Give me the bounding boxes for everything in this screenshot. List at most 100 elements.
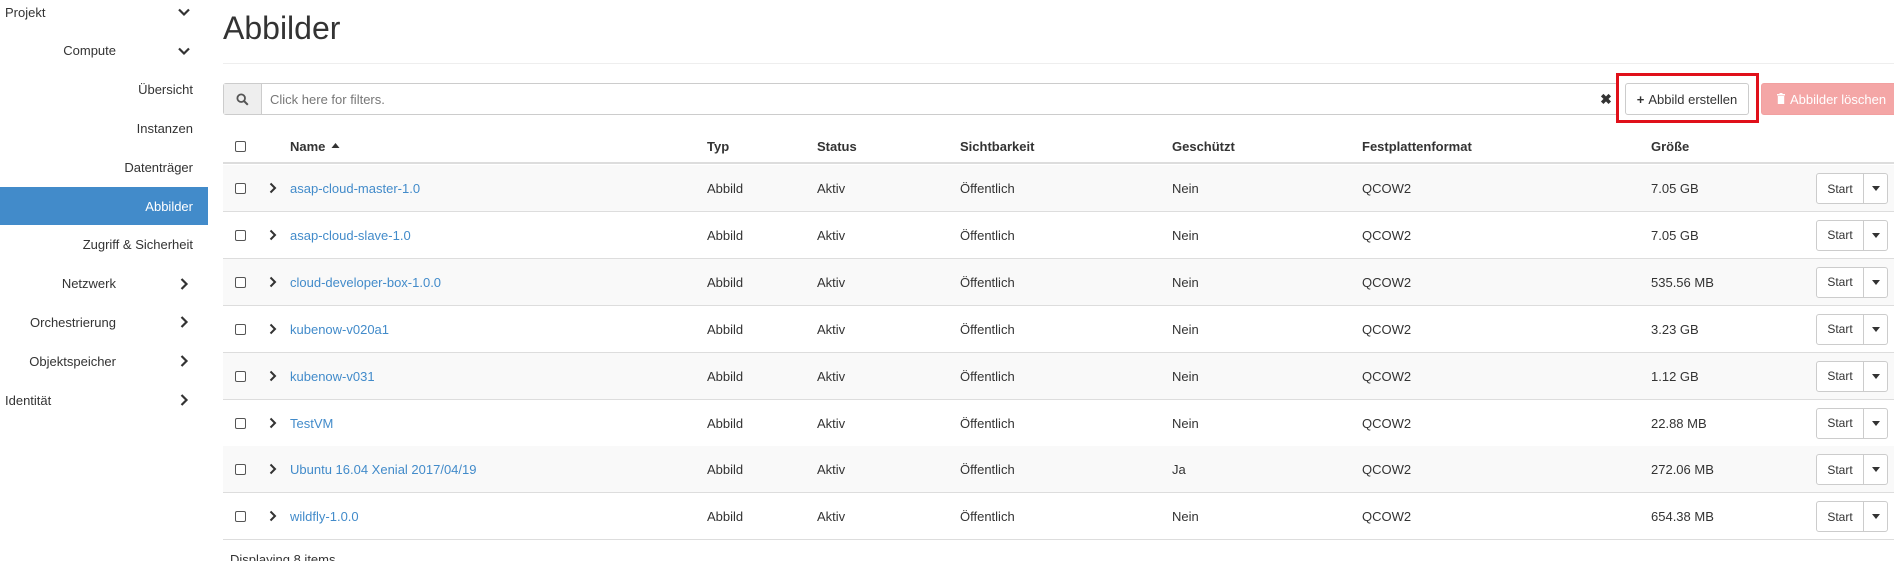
launch-button[interactable]: Start [1817,408,1864,438]
launch-button[interactable]: Start [1817,314,1864,344]
sidebar-item-datenträger[interactable]: Datenträger [0,148,208,186]
caret-down-icon[interactable] [1864,315,1887,344]
sidebar-item-label: Identität [5,392,52,408]
image-name-link[interactable]: TestVM [290,416,333,431]
cell-type: Abbild [707,274,744,290]
chevron-right-icon[interactable] [268,509,278,523]
image-name-link[interactable]: kubenow-v031 [290,369,375,384]
sidebar-item-label: Abbilder [145,198,193,214]
search-icon[interactable] [224,84,262,114]
sidebar-item-label: Übersicht [138,82,193,98]
cell-protected: Nein [1172,321,1199,337]
sidebar-item-label: Projekt [5,4,46,20]
row-checkbox[interactable] [235,276,246,288]
sidebar-item-netzwerk[interactable]: Netzwerk [0,265,208,303]
table-row: TestVM Abbild Aktiv Öffentlich Nein QCOW2 22.8… [223,400,1894,447]
chevron-right-icon[interactable] [268,275,278,289]
cell-status: Aktiv [817,274,846,290]
launch-button[interactable]: Start [1817,174,1864,203]
row-checkbox[interactable] [235,323,246,335]
filter-bar: ✖ [223,83,1618,115]
cell-protected: Ja [1172,462,1186,478]
cell-status: Aktiv [817,462,846,478]
table-footer-count: Displaying 8 items [230,552,336,561]
column-header-status: Status [817,139,857,154]
sidebar-item-instanzen[interactable]: Instanzen [0,109,208,147]
row-checkbox[interactable] [235,183,246,194]
image-name-link[interactable]: asap-cloud-slave-1.0 [290,228,411,243]
caret-down-icon[interactable] [1864,221,1887,250]
row-action-group: Start [1816,313,1888,345]
sidebar: Projekt Compute Übersicht Instanzen Datenträ… [0,0,208,561]
row-checkbox[interactable] [235,370,246,382]
sidebar-item-übersicht[interactable]: Übersicht [0,71,208,109]
row-checkbox[interactable] [235,417,246,429]
image-name-link[interactable]: cloud-developer-box-1.0.0 [290,275,441,290]
launch-button[interactable]: Start [1817,502,1864,532]
launch-button[interactable]: Start [1817,361,1864,391]
close-icon[interactable]: ✖ [1595,91,1617,108]
column-header-disk-format: Festplattenformat [1362,139,1472,154]
chevron-right-icon [177,354,191,368]
delete-images-label: Abbilder löschen [1789,91,1887,107]
column-header-type: Typ [707,139,730,154]
row-checkbox[interactable] [235,464,246,476]
sidebar-item-objektspeicher[interactable]: Objektspeicher [0,342,208,380]
caret-down-icon[interactable] [1864,455,1887,484]
launch-button[interactable]: Start [1817,455,1864,485]
select-all-checkbox[interactable] [235,141,246,152]
page-title: Abbilder [223,10,341,46]
row-action-group: Start [1816,173,1888,204]
cell-visibility: Öffentlich [960,368,1015,384]
table-row: wildfly-1.0.0 Abbild Aktiv Öffentlich Nein QC… [223,493,1894,541]
chevron-right-icon[interactable] [268,369,278,383]
row-checkbox[interactable] [235,229,246,241]
sidebar-item-identität[interactable]: Identität [0,381,208,419]
filter-input[interactable] [262,84,1595,114]
caret-down-icon[interactable] [1864,409,1887,438]
sort-ascending-icon [331,143,340,148]
row-action-group: Start [1816,219,1888,251]
cell-size: 3.23 GB [1651,321,1699,337]
image-name-link[interactable]: kubenow-v020a1 [290,322,389,337]
image-name-link[interactable]: wildfly-1.0.0 [290,509,359,524]
row-action-group: Start [1816,407,1888,439]
column-header-name[interactable]: Name [290,139,340,154]
sidebar-item-zugriff-sicherheit[interactable]: Zugriff & Sicherheit [0,226,208,264]
chevron-right-icon[interactable] [268,462,278,476]
cell-visibility: Öffentlich [960,321,1015,337]
cell-type: Abbild [707,321,744,337]
caret-down-icon[interactable] [1864,362,1887,391]
chevron-right-icon[interactable] [268,416,278,430]
create-image-button[interactable]: + Abbild erstellen [1625,83,1749,115]
sidebar-item-compute[interactable]: Compute [0,32,208,70]
image-name-link[interactable]: Ubuntu 16.04 Xenial 2017/04/19 [290,462,477,477]
row-checkbox[interactable] [235,511,246,523]
chevron-right-icon[interactable] [268,322,278,336]
caret-down-icon[interactable] [1864,502,1887,531]
cell-status: Aktiv [817,227,846,243]
table-row: kubenow-v020a1 Abbild Aktiv Öffentlich Nein Q… [223,306,1894,353]
sidebar-item-projekt[interactable]: Projekt [0,0,208,31]
cell-visibility: Öffentlich [960,181,1015,196]
image-name-link[interactable]: asap-cloud-master-1.0 [290,181,420,196]
chevron-right-icon[interactable] [268,228,278,242]
sidebar-item-orchestrierung[interactable]: Orchestrierung [0,303,208,341]
launch-button[interactable]: Start [1817,267,1864,297]
table-header: Name Typ Status Sichtbarkeit Geschützt F… [223,129,1894,164]
delete-images-button[interactable]: Abbilder löschen [1761,83,1894,115]
chevron-right-icon[interactable] [268,181,278,195]
cell-protected: Nein [1172,227,1199,243]
caret-down-icon[interactable] [1864,174,1887,203]
sidebar-item-abbilder[interactable]: Abbilder [0,187,208,225]
title-divider [223,63,1894,64]
cell-visibility: Öffentlich [960,227,1015,243]
cell-protected: Nein [1172,274,1199,290]
table-row: kubenow-v031 Abbild Aktiv Öffentlich Nein QCO… [223,352,1894,400]
row-action-group: Start [1816,360,1888,392]
cell-protected: Nein [1172,415,1199,431]
caret-down-icon[interactable] [1864,268,1887,297]
create-image-label: Abbild erstellen [1648,91,1738,107]
cell-size: 272.06 MB [1651,462,1714,478]
launch-button[interactable]: Start [1817,220,1864,250]
